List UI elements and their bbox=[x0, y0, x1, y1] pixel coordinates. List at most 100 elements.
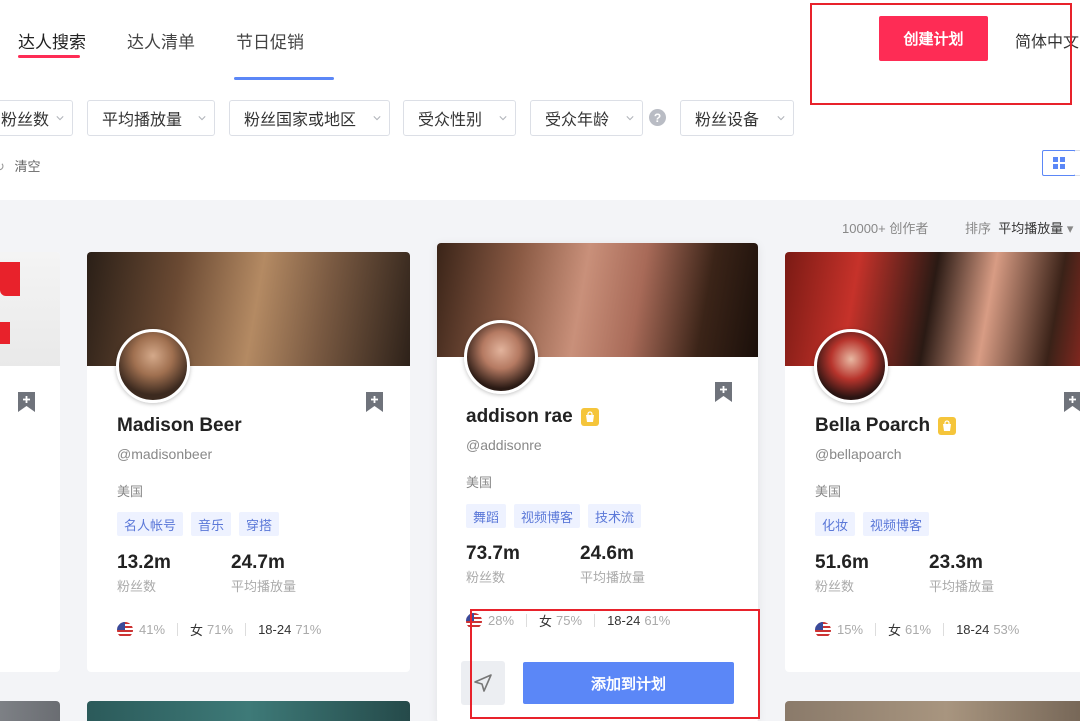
bookmark-icon[interactable] bbox=[18, 392, 35, 412]
creator-card-partial[interactable] bbox=[87, 701, 410, 721]
grid-view-toggle[interactable] bbox=[1042, 150, 1076, 176]
filter-followers[interactable]: 粉丝数 bbox=[0, 100, 73, 136]
creator-name[interactable]: Madison Beer bbox=[117, 415, 242, 437]
age-label: 18-24 bbox=[956, 622, 990, 637]
category-tag[interactable]: 视频博客 bbox=[514, 504, 581, 528]
avatar bbox=[116, 329, 190, 403]
bookmark-icon[interactable] bbox=[366, 392, 383, 412]
logo-mark bbox=[0, 322, 10, 344]
filter-label: 受众性别 bbox=[418, 112, 483, 129]
filter-audience-age[interactable]: 受众年龄 bbox=[530, 100, 643, 136]
chevron-down-icon: ▾ bbox=[1066, 221, 1074, 236]
filter-avg-views[interactable]: 平均播放量 bbox=[87, 100, 215, 136]
gender-percent: 61% bbox=[905, 622, 932, 637]
shop-badge-icon bbox=[580, 408, 599, 426]
chevron-down-icon bbox=[198, 116, 206, 121]
filter-label: 粉丝国家或地区 bbox=[244, 112, 357, 129]
result-count: 10000+ 创作者 bbox=[842, 221, 929, 236]
tab-creator-list[interactable]: 达人清单 bbox=[127, 28, 195, 53]
avg-views-stat: 23.3m 平均播放量 bbox=[929, 552, 994, 595]
divider bbox=[943, 623, 945, 636]
creator-country: 美国 bbox=[815, 484, 842, 499]
category-tag[interactable]: 技术流 bbox=[588, 504, 642, 528]
creator-name-text: Madison Beer bbox=[117, 415, 242, 436]
send-invite-button[interactable] bbox=[461, 661, 505, 705]
followers-value: 73.7m bbox=[466, 543, 520, 564]
country-percent: 41% bbox=[139, 622, 166, 637]
add-to-plan-button[interactable]: 添加到计划 bbox=[523, 662, 734, 704]
creator-card[interactable]: Madison Beer @madisonbeer 美国 名人帐号 音乐 穿搭 … bbox=[87, 252, 410, 672]
age-percent: 71% bbox=[295, 622, 322, 637]
creator-name[interactable]: addison rae bbox=[466, 406, 599, 428]
top-header: 达人搜索 达人清单 节日促销 创建计划 简体中文 bbox=[0, 0, 1080, 80]
avg-views-value: 24.7m bbox=[231, 552, 285, 573]
us-flag-icon bbox=[466, 612, 482, 629]
filter-label: 受众年龄 bbox=[545, 112, 610, 129]
age-percent: 53% bbox=[993, 622, 1020, 637]
gender-label: 女 bbox=[888, 623, 902, 638]
creator-name[interactable]: Bella Poarch bbox=[815, 415, 957, 437]
card-banner-image bbox=[0, 252, 60, 366]
filter-follower-device[interactable]: 粉丝设备 bbox=[680, 100, 794, 136]
avg-views-label: 平均播放量 bbox=[231, 579, 297, 594]
us-flag-icon bbox=[117, 621, 133, 638]
filter-audience-gender[interactable]: 受众性别 bbox=[403, 100, 516, 136]
creator-card-partial[interactable] bbox=[0, 701, 60, 721]
category-tag[interactable]: 名人帐号 bbox=[117, 512, 184, 536]
creator-handle: @madisonbeer bbox=[117, 446, 213, 462]
creator-card-hovered[interactable]: addison rae @addisonre 美国 舞蹈 视频博客 技术流 73… bbox=[437, 243, 758, 721]
gender-percent: 75% bbox=[556, 613, 583, 628]
creator-name-text: Bella Poarch bbox=[815, 415, 931, 436]
bookmark-icon[interactable] bbox=[1064, 392, 1080, 412]
gender-label: 女 bbox=[190, 623, 204, 638]
divider bbox=[875, 623, 877, 636]
creator-name-text: addison rae bbox=[466, 406, 573, 427]
gender-label: 女 bbox=[539, 614, 553, 629]
category-tag[interactable]: 音乐 bbox=[191, 512, 232, 536]
avg-views-value: 23.3m bbox=[929, 552, 983, 573]
list-view-toggle[interactable] bbox=[1075, 150, 1080, 176]
tab-holiday-promo[interactable]: 节日促销 bbox=[236, 28, 304, 53]
avg-views-label: 平均播放量 bbox=[580, 570, 646, 585]
followers-stat: 73.7m 粉丝数 bbox=[466, 543, 520, 586]
category-tag[interactable]: 化妆 bbox=[815, 512, 856, 536]
country-percent: 28% bbox=[488, 613, 515, 628]
tag-list: 舞蹈 视频博客 技术流 bbox=[466, 504, 642, 528]
filter-follower-country[interactable]: 粉丝国家或地区 bbox=[229, 100, 390, 136]
category-tag[interactable]: 舞蹈 bbox=[466, 504, 507, 528]
creator-card[interactable]: Bella Poarch @bellapoarch 美国 化妆 视频博客 51.… bbox=[785, 252, 1080, 672]
shop-badge-icon bbox=[938, 417, 957, 435]
send-icon bbox=[474, 674, 492, 692]
help-icon[interactable]: ? bbox=[649, 109, 666, 126]
divider bbox=[245, 623, 247, 636]
divider bbox=[177, 623, 179, 636]
chevron-down-icon bbox=[499, 116, 507, 121]
avg-views-label: 平均播放量 bbox=[929, 579, 995, 594]
filter-label: 粉丝设备 bbox=[695, 112, 760, 129]
creator-handle: @addisonre bbox=[466, 437, 542, 453]
creator-card-partial[interactable] bbox=[785, 701, 1080, 721]
divider bbox=[526, 614, 528, 627]
filter-label: 粉丝数 bbox=[1, 112, 50, 129]
audience-demographics: 28% 女 75% 18-24 61% bbox=[466, 611, 670, 630]
refresh-icon: ↻ bbox=[0, 159, 5, 174]
tag-list: 化妆 视频博客 bbox=[815, 512, 930, 536]
chevron-down-icon bbox=[56, 116, 64, 121]
sort-selector[interactable]: 排序 平均播放量 ▾ bbox=[965, 218, 1073, 237]
category-tag[interactable]: 穿搭 bbox=[239, 512, 280, 536]
bookmark-icon[interactable] bbox=[715, 382, 732, 402]
create-plan-button[interactable]: 创建计划 bbox=[879, 16, 988, 61]
followers-stat: 51.6m 粉丝数 bbox=[815, 552, 869, 595]
category-tag[interactable]: 视频博客 bbox=[863, 512, 930, 536]
clear-filters[interactable]: ↻ 清空 bbox=[0, 156, 41, 175]
creator-handle: @bellapoarch bbox=[815, 446, 902, 462]
divider bbox=[594, 614, 596, 627]
age-label: 18-24 bbox=[258, 622, 292, 637]
sort-value: 平均播放量 bbox=[998, 221, 1064, 236]
tab-creator-search[interactable]: 达人搜索 bbox=[18, 28, 86, 53]
chevron-down-icon bbox=[777, 116, 785, 121]
creator-card-partial[interactable] bbox=[0, 252, 60, 672]
tag-list: 名人帐号 音乐 穿搭 bbox=[117, 512, 280, 536]
clear-label: 清空 bbox=[14, 159, 41, 174]
language-selector[interactable]: 简体中文 bbox=[1015, 28, 1079, 52]
